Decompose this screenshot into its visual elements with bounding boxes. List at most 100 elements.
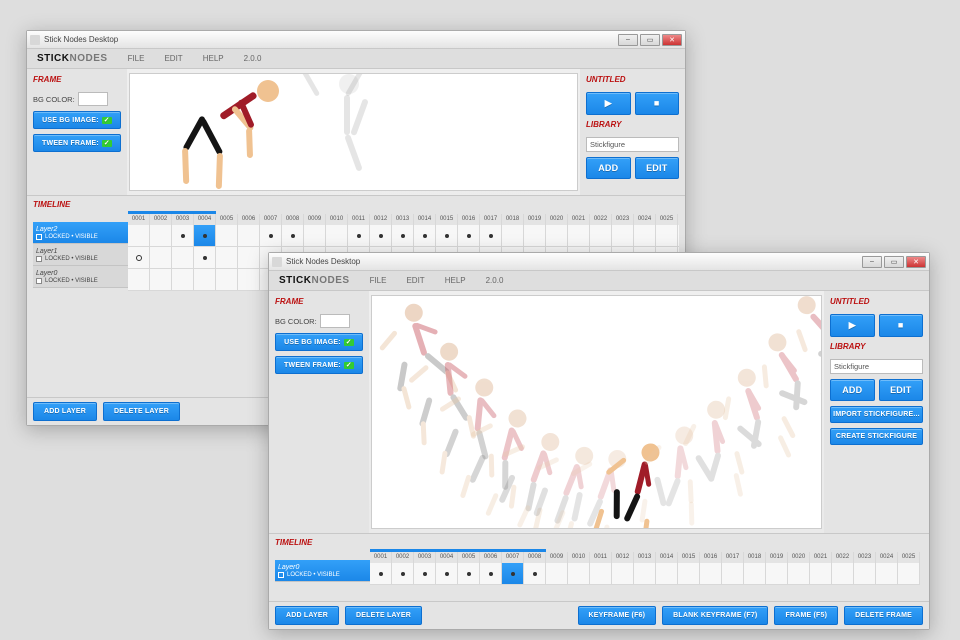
- layer-cell[interactable]: Layer1LOCKED • VISIBLE: [33, 244, 128, 266]
- frame-number[interactable]: 0011: [348, 214, 370, 225]
- frame-cell[interactable]: [832, 563, 854, 585]
- frame-cell[interactable]: [238, 225, 260, 247]
- bg-color-swatch[interactable]: [320, 314, 350, 328]
- frame-cell[interactable]: [766, 563, 788, 585]
- frame-number[interactable]: 0012: [612, 552, 634, 563]
- frame-cell[interactable]: [854, 563, 876, 585]
- maximize-button[interactable]: ▭: [640, 34, 660, 46]
- frame-number[interactable]: 0020: [788, 552, 810, 563]
- frame-cell[interactable]: [172, 269, 194, 291]
- frame-cell[interactable]: [678, 563, 700, 585]
- frame-cell[interactable]: [590, 563, 612, 585]
- frame-number[interactable]: 0007: [502, 552, 524, 563]
- frame-cell[interactable]: [480, 225, 502, 247]
- frame-cell[interactable]: [634, 563, 656, 585]
- frame-cell[interactable]: [150, 247, 172, 269]
- frame-number[interactable]: 0025: [656, 214, 678, 225]
- frame-cell[interactable]: [898, 563, 920, 585]
- frame-number[interactable]: 0023: [854, 552, 876, 563]
- frame-number[interactable]: 0021: [568, 214, 590, 225]
- frame-cell[interactable]: [282, 225, 304, 247]
- delete-frame-button[interactable]: DELETE FRAME: [844, 606, 923, 625]
- frame-cell[interactable]: [238, 269, 260, 291]
- frame-cell[interactable]: [194, 225, 216, 247]
- frame-cell[interactable]: [370, 225, 392, 247]
- frame-cell[interactable]: [590, 225, 612, 247]
- frame-number[interactable]: 0001: [128, 214, 150, 225]
- close-button[interactable]: ✕: [906, 256, 926, 268]
- keyframe-button[interactable]: KEYFRAME (F6): [578, 606, 657, 625]
- frame-number[interactable]: 0014: [656, 552, 678, 563]
- frame-number[interactable]: 0024: [634, 214, 656, 225]
- frame-number[interactable]: 0010: [568, 552, 590, 563]
- layer-cell[interactable]: Layer2LOCKED • VISIBLE: [33, 222, 128, 244]
- frame-number[interactable]: 0009: [546, 552, 568, 563]
- use-bg-image-button[interactable]: USE BG IMAGE:: [275, 333, 363, 351]
- frame-cell[interactable]: [414, 225, 436, 247]
- frame-cell[interactable]: [744, 563, 766, 585]
- titlebar[interactable]: Stick Nodes Desktop – ▭ ✕: [269, 253, 929, 271]
- frame-cell[interactable]: [502, 225, 524, 247]
- tween-frame-button[interactable]: TWEEN FRAME:: [275, 356, 363, 374]
- frame-number[interactable]: 0005: [458, 552, 480, 563]
- minimize-button[interactable]: –: [618, 34, 638, 46]
- library-item-input[interactable]: Stickfigure: [830, 359, 923, 374]
- minimize-button[interactable]: –: [862, 256, 882, 268]
- frame-cell[interactable]: [150, 225, 172, 247]
- library-item-input[interactable]: Stickfigure: [586, 137, 679, 152]
- frame-number[interactable]: 0010: [326, 214, 348, 225]
- menu-file[interactable]: FILE: [360, 276, 397, 285]
- frame-cell[interactable]: [612, 563, 634, 585]
- frame-cell[interactable]: [458, 563, 480, 585]
- frame-cell[interactable]: [546, 563, 568, 585]
- frame-cell[interactable]: [370, 563, 392, 585]
- menu-edit[interactable]: EDIT: [396, 276, 434, 285]
- frame-cell[interactable]: [678, 225, 679, 247]
- frame-cell[interactable]: [414, 563, 436, 585]
- use-bg-image-button[interactable]: USE BG IMAGE:: [33, 111, 121, 129]
- frame-number[interactable]: 0016: [700, 552, 722, 563]
- frame-number[interactable]: 0019: [766, 552, 788, 563]
- menu-help[interactable]: HELP: [193, 54, 234, 63]
- bg-color-swatch[interactable]: [78, 92, 108, 106]
- frame-number[interactable]: 0018: [502, 214, 524, 225]
- frame-cell[interactable]: [458, 225, 480, 247]
- frame-cell[interactable]: [216, 225, 238, 247]
- frame-cell[interactable]: [304, 225, 326, 247]
- frame-button[interactable]: FRAME (F5): [774, 606, 838, 625]
- stop-button[interactable]: ■: [879, 314, 924, 337]
- delete-layer-button[interactable]: DELETE LAYER: [103, 402, 180, 421]
- frame-number[interactable]: 0016: [458, 214, 480, 225]
- import-stickfigure-button[interactable]: IMPORT STICKFIGURE...: [830, 406, 923, 423]
- frame-cell[interactable]: [128, 269, 150, 291]
- frame-cell[interactable]: [700, 563, 722, 585]
- frame-number[interactable]: 0021: [810, 552, 832, 563]
- menu-help[interactable]: HELP: [435, 276, 476, 285]
- frame-cell[interactable]: [392, 225, 414, 247]
- frame-number[interactable]: 0017: [480, 214, 502, 225]
- blank-keyframe-button[interactable]: BLANK KEYFRAME (F7): [662, 606, 768, 625]
- stop-button[interactable]: ■: [635, 92, 680, 115]
- frame-cell[interactable]: [656, 563, 678, 585]
- frame-number[interactable]: 0003: [172, 214, 194, 225]
- frame-number[interactable]: 0013: [392, 214, 414, 225]
- frame-cell[interactable]: [128, 225, 150, 247]
- frame-number[interactable]: 0009: [304, 214, 326, 225]
- edit-button[interactable]: EDIT: [635, 157, 680, 179]
- frame-cell[interactable]: [150, 269, 172, 291]
- frame-cell[interactable]: [436, 225, 458, 247]
- frame-number[interactable]: 0002: [150, 214, 172, 225]
- frame-number[interactable]: 0019: [524, 214, 546, 225]
- frame-cell[interactable]: [876, 563, 898, 585]
- frame-number[interactable]: 0020: [546, 214, 568, 225]
- frame-number[interactable]: 0007: [260, 214, 282, 225]
- layer-cell[interactable]: Layer0LOCKED • VISIBLE: [275, 560, 370, 582]
- frame-number[interactable]: 0022: [590, 214, 612, 225]
- add-layer-button[interactable]: ADD LAYER: [275, 606, 339, 625]
- frame-number[interactable]: 0011: [590, 552, 612, 563]
- play-button[interactable]: ▶: [586, 92, 631, 115]
- maximize-button[interactable]: ▭: [884, 256, 904, 268]
- frame-cell[interactable]: [502, 563, 524, 585]
- frame-number[interactable]: 0002: [392, 552, 414, 563]
- frame-cell[interactable]: [238, 247, 260, 269]
